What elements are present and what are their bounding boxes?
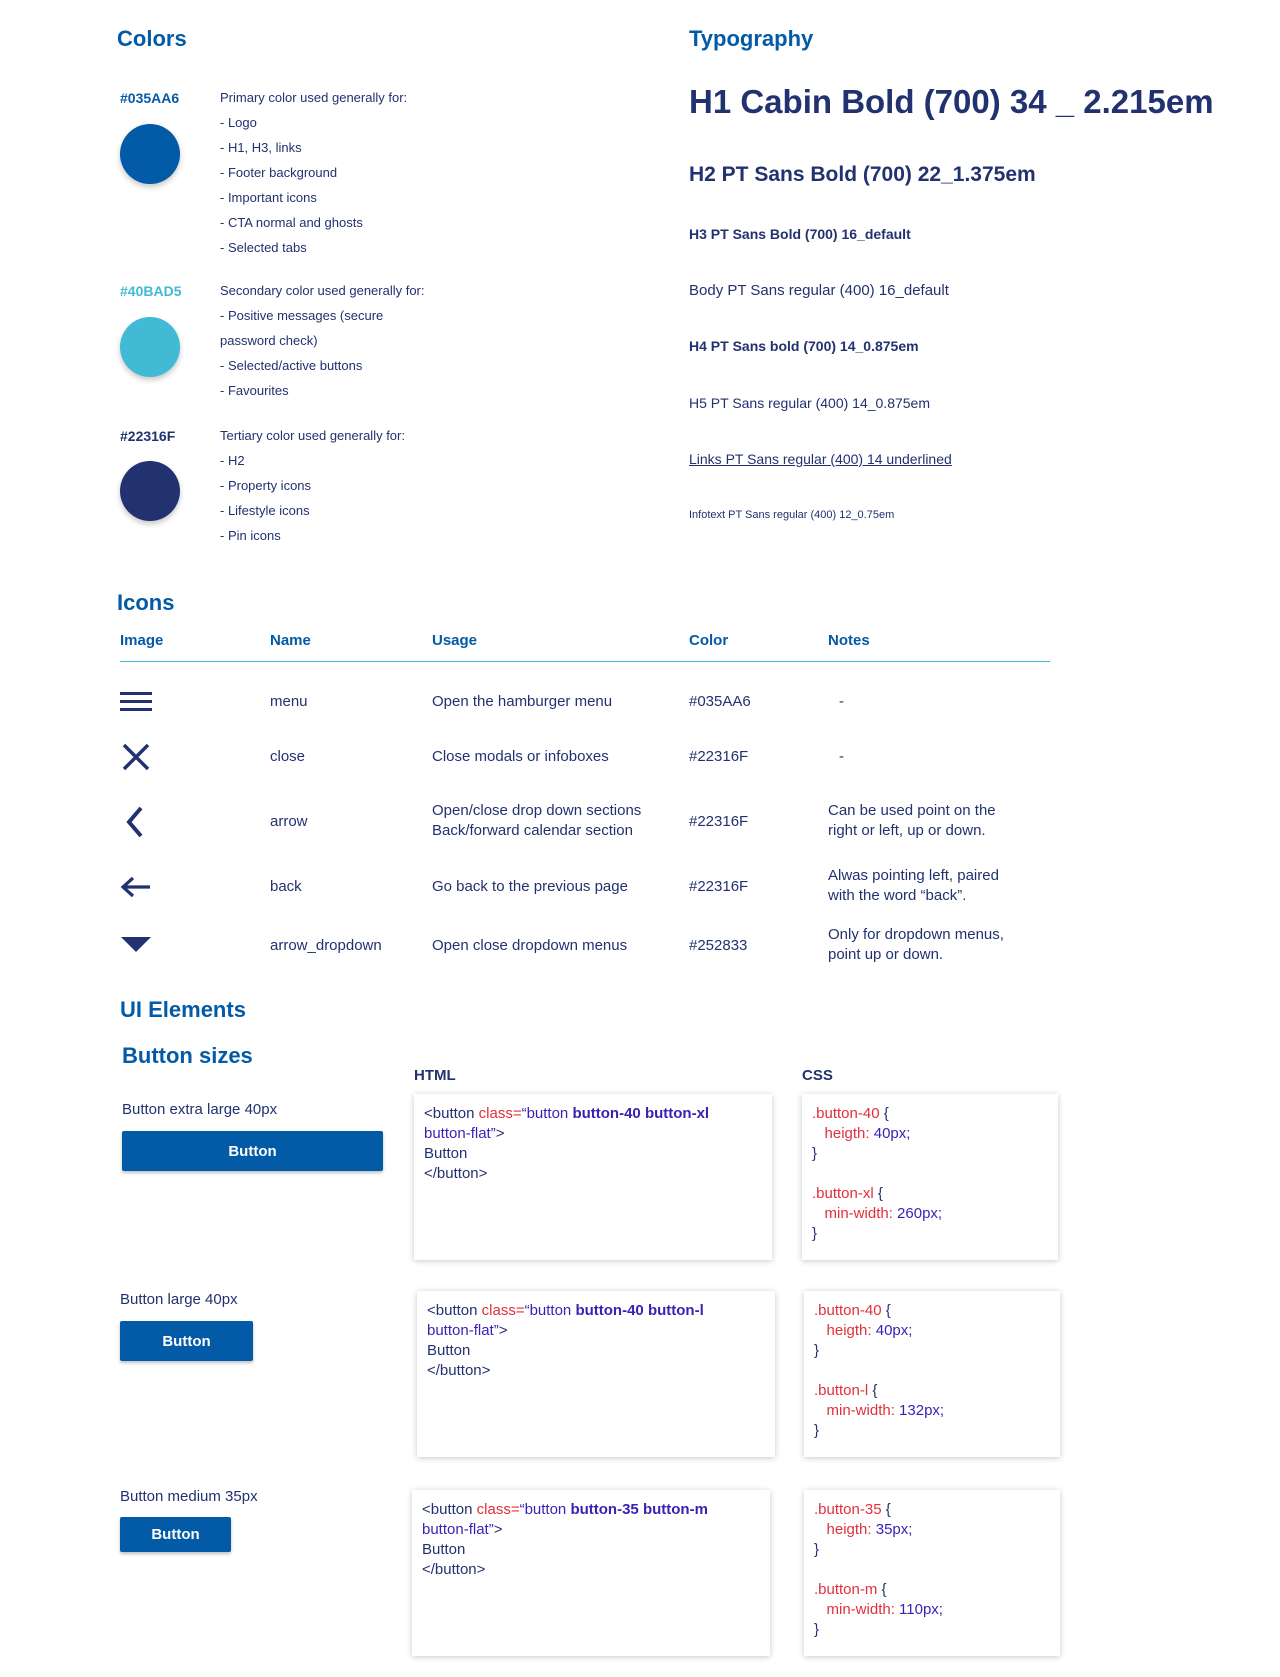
- dropdown-triangle-icon: [121, 937, 151, 958]
- icon-notes: -: [839, 748, 844, 765]
- icon-usage: Go back to the previous page: [432, 878, 628, 895]
- icon-usage: Open/close drop down sections Back/forwa…: [432, 802, 642, 839]
- button-l-css-snippet: .button-40 { heigth: 40px; } .button-l {…: [804, 1291, 1060, 1457]
- typography-title: Typography: [689, 26, 814, 51]
- icon-name: menu: [270, 693, 308, 710]
- icon-notes: Alwas pointing left, paired with the wor…: [828, 867, 999, 904]
- icons-title: Icons: [117, 590, 175, 615]
- icons-header-notes: Notes: [828, 632, 870, 649]
- secondary-color-swatch: [120, 317, 180, 377]
- tertiary-color-description: Tertiary color used generally for: - H2 …: [220, 428, 405, 543]
- ui-elements-title: UI Elements: [120, 997, 246, 1022]
- secondary-color-description: Secondary color used generally for: - Po…: [220, 283, 425, 398]
- primary-color-description: Primary color used generally for: - Logo…: [220, 90, 408, 255]
- button-m-css-snippet: .button-35 { heigth: 35px; } .button-m {…: [804, 1490, 1060, 1656]
- button-xl-css-snippet: .button-40 { heigth: 40px; } .button-xl …: [802, 1094, 1058, 1260]
- arrow-icon: [125, 806, 145, 843]
- colors-title: Colors: [117, 26, 187, 51]
- back-arrow-icon: [120, 876, 152, 903]
- icons-header-image: Image: [120, 632, 164, 649]
- icons-header-divider: [120, 661, 1050, 662]
- icon-color: #252833: [689, 937, 748, 954]
- icon-color: #22316F: [689, 748, 749, 765]
- button-l-html-snippet: <button class=“button button-40 button-l…: [417, 1291, 775, 1457]
- typography-body-sample: Body PT Sans regular (400) 16_default: [689, 282, 949, 299]
- icons-header-name: Name: [270, 632, 311, 649]
- primary-color-swatch: [120, 124, 180, 184]
- typography-link-sample[interactable]: Links PT Sans regular (400) 14 underline…: [689, 451, 952, 467]
- secondary-color-hex: #40BAD5: [120, 283, 182, 299]
- icon-usage: Open close dropdown menus: [432, 937, 628, 954]
- button-l-sample[interactable]: Button: [120, 1321, 253, 1361]
- typography-h4-sample: H4 PT Sans bold (700) 14_0.875em: [689, 338, 919, 354]
- icon-color: #22316F: [689, 813, 749, 830]
- icons-header-usage: Usage: [432, 632, 478, 649]
- icon-name: arrow: [270, 813, 308, 830]
- icon-name: back: [270, 878, 302, 895]
- button-sizes-title: Button sizes: [122, 1043, 253, 1068]
- button-xl-label: Button extra large 40px: [122, 1101, 278, 1118]
- typography-h3-sample: H3 PT Sans Bold (700) 16_default: [689, 226, 911, 242]
- icon-name: arrow_dropdown: [270, 937, 382, 954]
- tertiary-color-swatch: [120, 461, 180, 521]
- icon-color: #22316F: [689, 878, 749, 895]
- close-icon: [121, 742, 151, 777]
- button-m-label: Button medium 35px: [120, 1488, 258, 1505]
- icon-notes: Only for dropdown menus, point up or dow…: [828, 926, 1004, 963]
- tertiary-color-hex: #22316F: [120, 428, 176, 444]
- icon-usage: Close modals or infoboxes: [432, 748, 609, 765]
- icon-name: close: [270, 748, 306, 765]
- typography-h5-sample: H5 PT Sans regular (400) 14_0.875em: [689, 395, 930, 411]
- button-l-label: Button large 40px: [120, 1291, 238, 1308]
- typography-h1-sample: H1 Cabin Bold (700) 34 _ 2.215em: [689, 83, 1214, 120]
- icon-notes: Can be used point on the right or left, …: [828, 802, 996, 839]
- icon-color: #035AA6: [689, 693, 751, 710]
- icon-notes: -: [839, 693, 844, 710]
- button-xl-html-snippet: <button class=“button button-40 button-x…: [414, 1094, 772, 1260]
- button-xl-sample[interactable]: Button: [122, 1131, 383, 1171]
- button-m-html-snippet: <button class=“button button-35 button-m…: [412, 1490, 770, 1656]
- menu-icon: [120, 690, 152, 719]
- html-column-header: HTML: [414, 1067, 456, 1084]
- button-m-sample[interactable]: Button: [120, 1517, 231, 1552]
- css-column-header: CSS: [802, 1067, 833, 1084]
- icon-usage: Open the hamburger menu: [432, 693, 613, 710]
- typography-infotext-sample: Infotext PT Sans regular (400) 12_0.75em: [689, 509, 895, 521]
- typography-h2-sample: H2 PT Sans Bold (700) 22_1.375em: [689, 163, 1036, 186]
- primary-color-hex: #035AA6: [120, 90, 180, 106]
- icons-header-color: Color: [689, 632, 729, 649]
